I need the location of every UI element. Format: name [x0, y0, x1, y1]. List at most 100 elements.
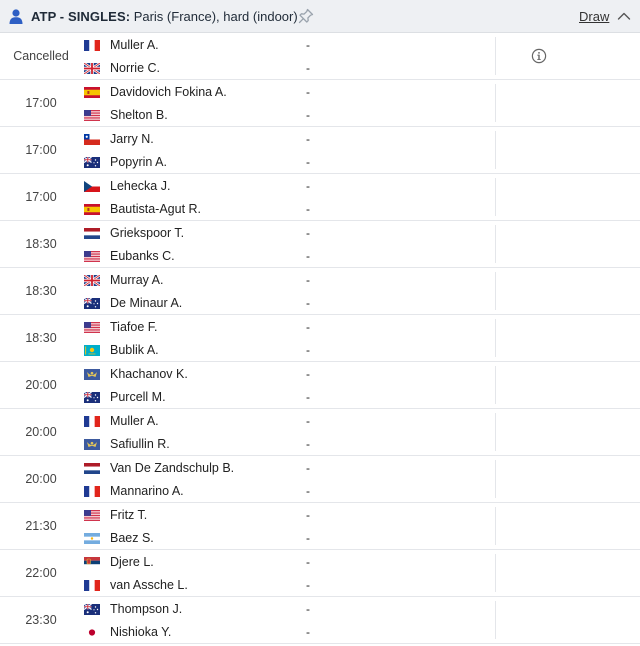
draw-link[interactable]: Draw: [579, 9, 609, 24]
player-name[interactable]: Norrie C.: [110, 61, 160, 75]
player-name[interactable]: Khachanov K.: [110, 367, 188, 381]
match-row[interactable]: 20:00 Van De Zandschulp B. - Mannarino A. -: [0, 456, 640, 503]
tournament-header: ATP - SINGLES: Paris (France), hard (ind…: [0, 0, 640, 33]
match-row[interactable]: 22:00 Djere L. - van Assche L. -: [0, 550, 640, 597]
player-name[interactable]: Bautista-Agut R.: [110, 202, 201, 216]
flag-fr-icon: [84, 486, 100, 497]
player-name[interactable]: Thompson J.: [110, 602, 182, 616]
player-name[interactable]: Tiafoe F.: [110, 320, 157, 334]
player-name[interactable]: Davidovich Fokina A.: [110, 85, 227, 99]
away-player[interactable]: Bautista-Agut R.: [84, 200, 304, 218]
match-row[interactable]: 18:30 Murray A. - De Minaur A. -: [0, 268, 640, 315]
flag-kz-icon: [84, 345, 100, 356]
flag-neutral-icon: [84, 439, 100, 450]
home-player[interactable]: Djere L.: [84, 553, 304, 571]
home-player[interactable]: Davidovich Fokina A.: [84, 83, 304, 101]
home-player[interactable]: Murray A.: [83, 271, 304, 289]
match-row[interactable]: 17:00 Davidovich Fokina A. - Shelton B. -: [0, 80, 640, 127]
player-name[interactable]: De Minaur A.: [110, 296, 182, 310]
match-row[interactable]: 20:00 Muller A. - Safiullin R. -: [0, 409, 640, 456]
match-row[interactable]: 17:00 Jarry N. - Popyrin A. -: [0, 127, 640, 174]
category-label: ATP - SINGLES: [31, 9, 126, 24]
match-row[interactable]: 18:30 Tiafoe F. - Bublik A. -: [0, 315, 640, 362]
match-row[interactable]: 20:00 Khachanov K. - Purcell M. -: [0, 362, 640, 409]
away-player[interactable]: Mannarino A.: [84, 482, 304, 500]
player-score: -: [306, 202, 310, 216]
chevron-up-icon[interactable]: [617, 10, 631, 22]
match-time: 18:30: [25, 331, 57, 345]
home-player[interactable]: Van De Zandschulp B.: [84, 459, 304, 477]
tournament-name: Paris (France), hard (indoor): [133, 9, 298, 24]
away-player[interactable]: Eubanks C.: [84, 247, 304, 265]
player-name[interactable]: Baez S.: [110, 531, 154, 545]
away-player[interactable]: Bublik A.: [84, 341, 304, 359]
player-score: -: [306, 179, 310, 193]
player-name[interactable]: Nishioka Y.: [110, 625, 171, 639]
flag-fr-icon: [84, 416, 100, 427]
match-time: 17:00: [25, 190, 57, 204]
match-time: 22:00: [25, 566, 57, 580]
home-player[interactable]: Tiafoe F.: [84, 318, 304, 336]
away-player[interactable]: Popyrin A.: [83, 153, 304, 171]
match-row[interactable]: Cancelled Muller A. - Norrie C. -: [0, 33, 640, 80]
home-player[interactable]: Jarry N.: [84, 130, 304, 148]
flag-es-icon: [84, 204, 100, 215]
player-score: -: [306, 390, 310, 404]
player-name[interactable]: Eubanks C.: [110, 249, 175, 263]
player-name[interactable]: Van De Zandschulp B.: [110, 461, 234, 475]
flag-rs-icon: [84, 557, 100, 568]
player-name[interactable]: Griekspoor T.: [110, 226, 184, 240]
player-name[interactable]: Murray A.: [110, 273, 164, 287]
player-name[interactable]: van Assche L.: [110, 578, 188, 592]
info-icon[interactable]: [531, 48, 547, 64]
player-name[interactable]: Djere L.: [110, 555, 154, 569]
column-divider: [495, 37, 496, 75]
flag-us-icon: [84, 510, 100, 521]
player-score: -: [306, 625, 310, 639]
flag-es-icon: [84, 87, 100, 98]
flag-ar-icon: [84, 533, 100, 544]
pin-icon[interactable]: [297, 7, 315, 25]
match-list: Cancelled Muller A. - Norrie C. - 17:00 David…: [0, 33, 640, 644]
away-player[interactable]: De Minaur A.: [83, 294, 304, 312]
player-name[interactable]: Purcell M.: [110, 390, 166, 404]
column-divider: [495, 507, 496, 545]
player-name[interactable]: Muller A.: [110, 38, 159, 52]
away-player[interactable]: Shelton B.: [84, 106, 304, 124]
home-player[interactable]: Khachanov K.: [84, 365, 304, 383]
player-name[interactable]: Jarry N.: [110, 132, 154, 146]
flag-au-icon: [83, 603, 100, 615]
match-row[interactable]: 18:30 Griekspoor T. - Eubanks C. -: [0, 221, 640, 268]
player-score: -: [306, 296, 310, 310]
player-name[interactable]: Popyrin A.: [110, 155, 167, 169]
player-score: -: [306, 226, 310, 240]
player-name[interactable]: Lehecka J.: [110, 179, 170, 193]
away-player[interactable]: Purcell M.: [83, 388, 304, 406]
match-time: 21:30: [25, 519, 57, 533]
home-player[interactable]: Fritz T.: [84, 506, 304, 524]
player-name[interactable]: Fritz T.: [110, 508, 147, 522]
home-player[interactable]: Griekspoor T.: [84, 224, 304, 242]
player-name[interactable]: Bublik A.: [110, 343, 159, 357]
column-divider: [495, 225, 496, 263]
home-player[interactable]: Muller A.: [84, 412, 304, 430]
player-score: -: [306, 508, 310, 522]
player-name[interactable]: Shelton B.: [110, 108, 168, 122]
home-player[interactable]: Thompson J.: [83, 600, 304, 618]
away-player[interactable]: van Assche L.: [84, 576, 304, 594]
away-player[interactable]: Baez S.: [84, 529, 304, 547]
away-player[interactable]: Nishioka Y.: [84, 623, 304, 641]
away-player[interactable]: Norrie C.: [83, 59, 304, 77]
player-name[interactable]: Mannarino A.: [110, 484, 184, 498]
match-row[interactable]: 21:30 Fritz T. - Baez S. -: [0, 503, 640, 550]
player-name[interactable]: Safiullin R.: [110, 437, 170, 451]
match-row[interactable]: 23:30 Thompson J. - Nishioka Y. -: [0, 597, 640, 644]
home-player[interactable]: Lehecka J.: [84, 177, 304, 195]
match-row[interactable]: 17:00 Lehecka J. - Bautista-Agut R. -: [0, 174, 640, 221]
player-score: -: [306, 38, 310, 52]
player-name[interactable]: Muller A.: [110, 414, 159, 428]
column-divider: [495, 460, 496, 498]
flag-us-icon: [84, 322, 100, 333]
away-player[interactable]: Safiullin R.: [84, 435, 304, 453]
home-player[interactable]: Muller A.: [84, 36, 304, 54]
